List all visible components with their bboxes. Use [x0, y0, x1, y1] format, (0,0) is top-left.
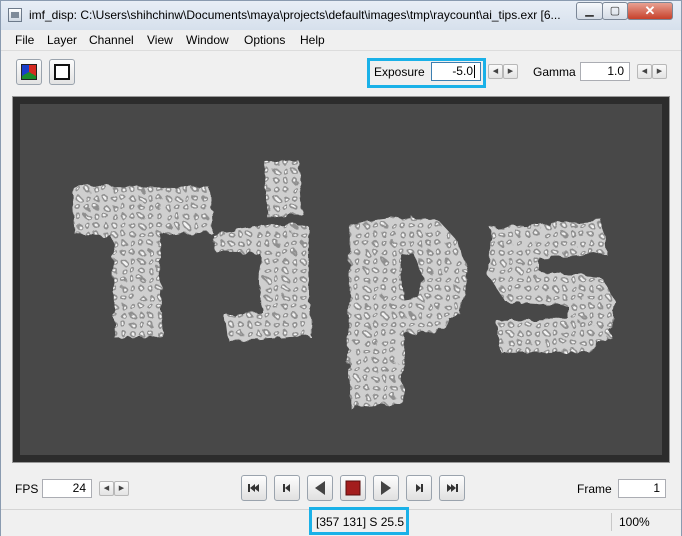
- text-caret: [474, 65, 475, 79]
- exposure-input[interactable]: -5.0: [431, 62, 481, 81]
- menu-channel[interactable]: Channel: [89, 33, 134, 47]
- last-frame-icon: [447, 484, 458, 492]
- play-backward-icon: [315, 481, 325, 495]
- exposure-value: -5.0: [452, 64, 473, 78]
- rgb-channel-button[interactable]: [16, 59, 42, 85]
- next-frame-button[interactable]: [406, 475, 432, 501]
- menu-help[interactable]: Help: [300, 33, 325, 47]
- menu-view[interactable]: View: [147, 33, 173, 47]
- exposure-decrease-button[interactable]: ◀: [488, 64, 503, 79]
- fps-increase-button[interactable]: ▶: [114, 481, 129, 496]
- close-button[interactable]: ✕: [627, 2, 673, 20]
- alpha-channel-icon: [54, 64, 70, 80]
- fps-label: FPS: [15, 482, 39, 496]
- title-bar[interactable]: imf_disp: C:\Users\shihchinw\Documents\m…: [1, 1, 681, 31]
- app-icon[interactable]: [8, 8, 22, 22]
- menu-options[interactable]: Options: [244, 33, 285, 47]
- first-frame-icon: [248, 484, 259, 492]
- alpha-channel-button[interactable]: [49, 59, 75, 85]
- exposure-label: Exposure: [374, 65, 425, 79]
- last-frame-button[interactable]: [439, 475, 465, 501]
- image-canvas[interactable]: [20, 104, 662, 455]
- fps-input[interactable]: 24: [42, 479, 92, 498]
- frame-label: Frame: [577, 482, 612, 496]
- exposure-increase-button[interactable]: ▶: [503, 64, 518, 79]
- rgb-channel-icon: [21, 64, 37, 80]
- first-frame-button[interactable]: [241, 475, 267, 501]
- tips-image: [72, 160, 616, 408]
- minimize-button[interactable]: ▁: [576, 2, 603, 20]
- fps-decrease-button[interactable]: ◀: [99, 481, 114, 496]
- previous-frame-button[interactable]: [274, 475, 300, 501]
- pixel-info-text: [357 131] S 25.5: [316, 515, 405, 529]
- menu-file[interactable]: File: [15, 33, 34, 47]
- maximize-button[interactable]: ▢: [602, 2, 628, 20]
- status-bar: [357 131] S 25.5 100%: [1, 509, 681, 536]
- menu-bar: File Layer Channel View Window Options H…: [1, 30, 681, 51]
- app-window: imf_disp: C:\Users\shihchinw\Documents\m…: [0, 0, 682, 536]
- window-title: imf_disp: C:\Users\shihchinw\Documents\m…: [29, 8, 561, 22]
- gamma-input[interactable]: 1.0: [580, 62, 630, 81]
- menu-layer[interactable]: Layer: [47, 33, 77, 47]
- playback-bar: FPS 24 ◀ ▶ Frame 1: [1, 471, 681, 507]
- stop-icon: [345, 480, 361, 496]
- gamma-label: Gamma: [533, 65, 576, 79]
- gamma-increase-button[interactable]: ▶: [652, 64, 667, 79]
- gamma-decrease-button[interactable]: ◀: [637, 64, 652, 79]
- status-separator: [611, 513, 612, 531]
- zoom-level: 100%: [619, 515, 650, 529]
- image-viewport[interactable]: [12, 96, 670, 463]
- step-back-icon: [283, 484, 290, 492]
- menu-window[interactable]: Window: [186, 33, 229, 47]
- play-forward-button[interactable]: [373, 475, 399, 501]
- toolbar: Exposure -5.0 ◀ ▶ Gamma 1.0 ◀ ▶: [1, 51, 681, 93]
- play-backward-button[interactable]: [307, 475, 333, 501]
- stop-button[interactable]: [340, 475, 366, 501]
- frame-input[interactable]: 1: [618, 479, 666, 498]
- step-forward-icon: [416, 484, 423, 492]
- play-forward-icon: [381, 481, 391, 495]
